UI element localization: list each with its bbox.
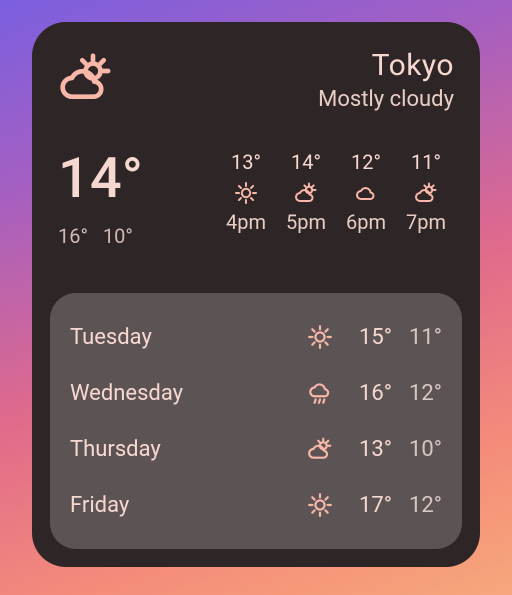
hour-column[interactable]: 11° 7pm [398, 150, 454, 286]
daily-forecast-card: Tuesday 15° 11° Wednesday 16° 12° Thursd… [50, 293, 462, 549]
middle-row: 14° 16° 10° 13° 4pm 14° 5pm 12° [32, 132, 480, 286]
day-high: 17° [342, 493, 392, 518]
day-high: 16° [342, 381, 392, 406]
hour-column[interactable]: 14° 5pm [278, 150, 334, 286]
partly-cloudy-icon [294, 180, 318, 206]
current-temp: 14° [58, 150, 143, 206]
hour-time: 6pm [346, 210, 386, 234]
sunny-icon [298, 324, 342, 350]
sunny-icon [234, 180, 258, 206]
weather-widget[interactable]: Tokyo Mostly cloudy 14° 16° 10° 13° 4pm [32, 22, 480, 567]
day-row[interactable]: Thursday 13° 10° [70, 421, 442, 477]
hourly-forecast: 13° 4pm 14° 5pm 12° 6pm 11° 7pm [153, 150, 454, 286]
hour-temp: 13° [231, 150, 261, 174]
today-hi-lo: 16° 10° [58, 224, 143, 248]
hour-temp: 14° [291, 150, 321, 174]
day-row[interactable]: Tuesday 15° 11° [70, 309, 442, 365]
sunny-icon [298, 492, 342, 518]
day-low: 10° [392, 437, 442, 462]
day-name: Tuesday [70, 325, 298, 350]
hour-time: 5pm [286, 210, 326, 234]
header-row: Tokyo Mostly cloudy [32, 22, 480, 132]
location-name: Tokyo [318, 48, 454, 83]
partly-cloudy-icon [298, 436, 342, 462]
rain-icon [298, 380, 342, 406]
today-high: 16° [58, 224, 88, 248]
wallpaper: Tokyo Mostly cloudy 14° 16° 10° 13° 4pm [0, 0, 512, 595]
partly-cloudy-icon [414, 180, 438, 206]
day-name: Friday [70, 493, 298, 518]
day-name: Wednesday [70, 381, 298, 406]
hour-column[interactable]: 13° 4pm [218, 150, 274, 286]
hour-time: 4pm [226, 210, 266, 234]
current-condition-icon [58, 50, 114, 132]
day-low: 12° [392, 493, 442, 518]
hour-temp: 12° [351, 150, 381, 174]
condition-text: Mostly cloudy [318, 87, 454, 112]
current-temp-block: 14° 16° 10° [58, 150, 153, 286]
day-name: Thursday [70, 437, 298, 462]
day-high: 15° [342, 325, 392, 350]
cloudy-icon [354, 180, 378, 206]
today-low: 10° [103, 224, 133, 248]
day-row[interactable]: Friday 17° 12° [70, 477, 442, 533]
day-low: 11° [392, 325, 442, 350]
hour-time: 7pm [406, 210, 446, 234]
day-high: 13° [342, 437, 392, 462]
day-low: 12° [392, 381, 442, 406]
hour-temp: 11° [411, 150, 441, 174]
day-row[interactable]: Wednesday 16° 12° [70, 365, 442, 421]
location-block: Tokyo Mostly cloudy [318, 46, 454, 132]
hour-column[interactable]: 12° 6pm [338, 150, 394, 286]
